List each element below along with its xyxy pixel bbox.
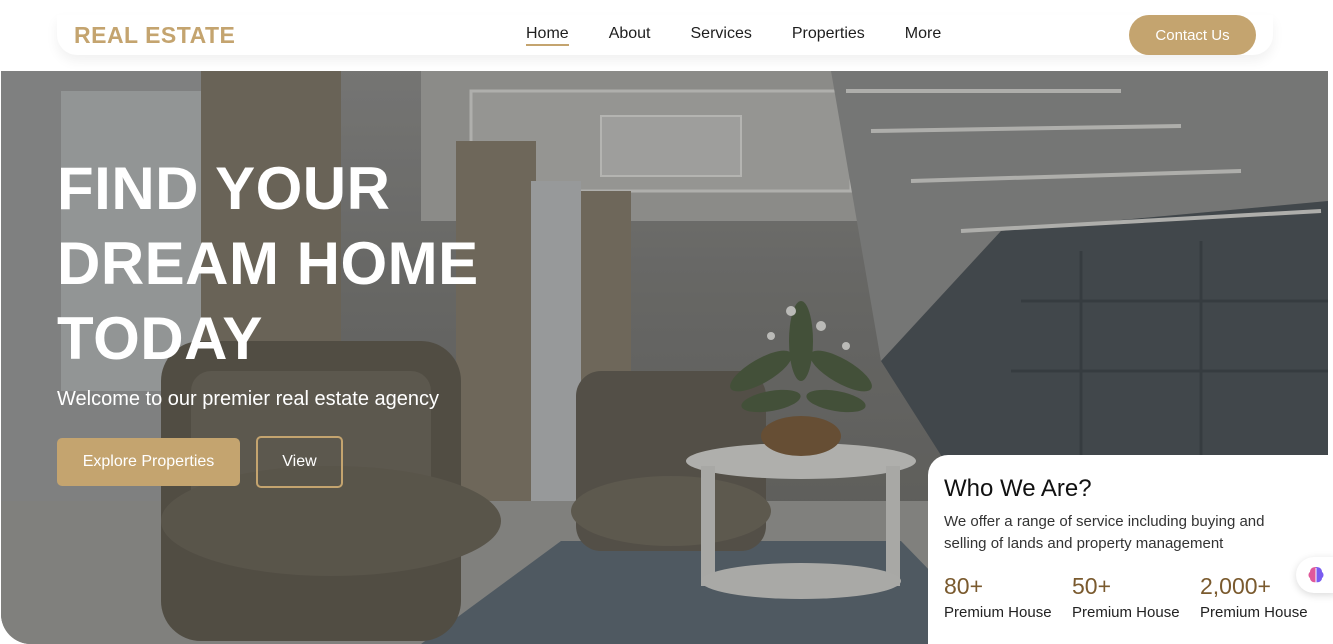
assistant-button[interactable] (1296, 557, 1333, 593)
nav-link-home[interactable]: Home (526, 25, 569, 46)
stat-value: 80+ (944, 573, 984, 599)
stat-label: Premium House (944, 604, 1052, 621)
view-button[interactable]: View (256, 436, 343, 488)
explore-properties-button[interactable]: Explore Properties (57, 438, 240, 486)
stat-item: 50+ Premium House (1072, 573, 1180, 621)
stat-value: 2,000+ (1200, 573, 1271, 599)
hero-title: FIND YOUR DREAM HOME TODAY (57, 151, 527, 376)
stat-item: 80+ Premium House (944, 573, 1052, 621)
nav-link-more[interactable]: More (905, 25, 941, 46)
contact-us-button[interactable]: Contact Us (1129, 15, 1256, 55)
navbar: REAL ESTATE Home About Services Properti… (57, 15, 1273, 55)
hero-title-line: FIND YOUR (57, 155, 391, 222)
hero-title-line: TODAY (57, 305, 263, 372)
nav-link-about[interactable]: About (609, 25, 651, 46)
nav-links: Home About Services Properties More (526, 25, 981, 46)
nav-link-services[interactable]: Services (691, 25, 752, 46)
logo[interactable]: REAL ESTATE (74, 22, 235, 49)
stat-item: 2,000+ Premium House (1200, 573, 1308, 621)
stat-label: Premium House (1200, 604, 1308, 621)
hero-title-line: DREAM HOME (57, 230, 479, 297)
nav-link-properties[interactable]: Properties (792, 25, 865, 46)
who-we-are-text: We offer a range of service including bu… (944, 513, 1265, 552)
who-we-are-title: Who We Are? (944, 475, 1092, 502)
brain-icon (1308, 567, 1324, 583)
who-we-are-card: Who We Are? We offer a range of service … (928, 455, 1333, 644)
stat-label: Premium House (1072, 604, 1180, 621)
hero-subtitle: Welcome to our premier real estate agenc… (57, 388, 440, 410)
stat-value: 50+ (1072, 573, 1112, 599)
